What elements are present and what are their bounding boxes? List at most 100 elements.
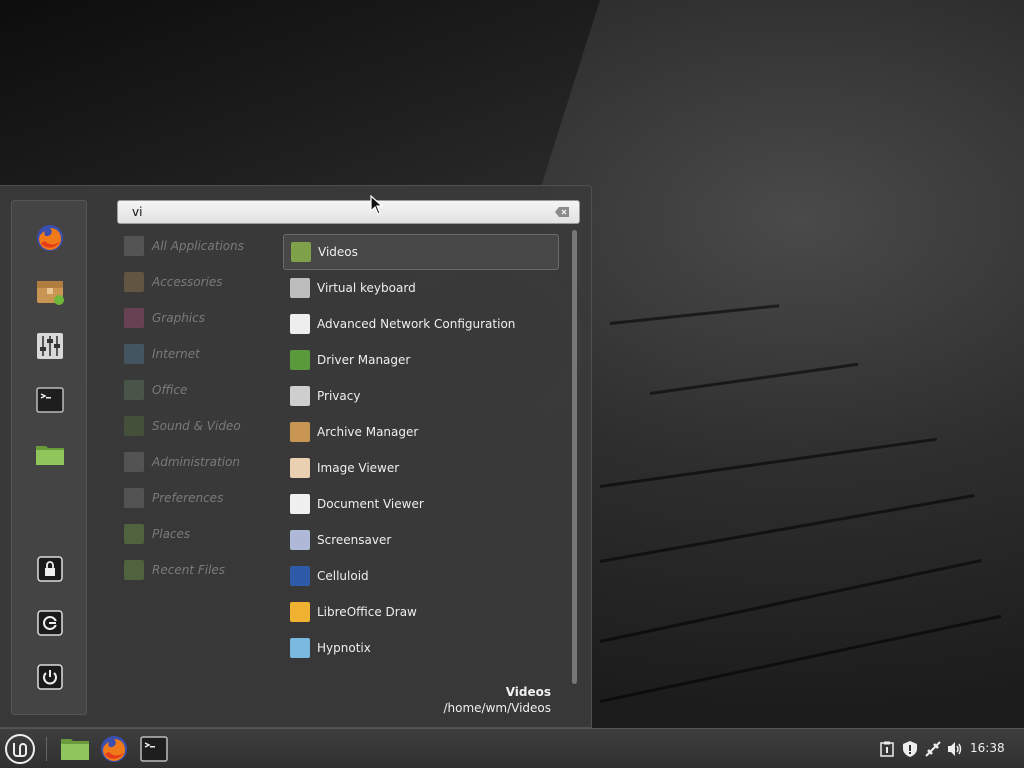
category-label: Graphics: [152, 311, 205, 325]
volume-icon: [948, 742, 962, 756]
shutdown-icon: [37, 664, 63, 690]
category-icon: [124, 488, 144, 508]
tray-volume[interactable]: [946, 740, 964, 758]
category-icon: [124, 416, 144, 436]
category-label: Internet: [152, 347, 200, 361]
category-item[interactable]: Office: [118, 378, 268, 402]
category-item[interactable]: Sound & Video: [118, 414, 268, 438]
taskbar-separator: [46, 737, 47, 761]
category-label: Preferences: [152, 491, 224, 505]
logout-icon: [37, 610, 63, 636]
app-label: Virtual keyboard: [317, 281, 416, 295]
category-icon: [124, 524, 144, 544]
tray-update-manager[interactable]: [901, 740, 919, 758]
search-input[interactable]: [118, 202, 538, 222]
search-box[interactable]: [117, 200, 580, 224]
firefox-icon: [37, 225, 63, 251]
category-label: Recent Files: [152, 563, 226, 577]
favorite-terminal[interactable]: [34, 384, 66, 416]
app-item[interactable]: Screensaver: [283, 522, 559, 558]
favorite-archive-manager[interactable]: [34, 276, 66, 308]
libreoffice-draw-icon: [290, 602, 310, 622]
lock-screen-icon: [37, 556, 63, 582]
celluloid-icon: [290, 566, 310, 586]
app-item[interactable]: Advanced Network Configuration: [283, 306, 559, 342]
videos-icon: [291, 242, 311, 262]
category-item[interactable]: Administration: [118, 450, 268, 474]
favorite-system-settings[interactable]: [34, 330, 66, 362]
app-item[interactable]: Driver Manager: [283, 342, 559, 378]
category-label: Administration: [152, 455, 241, 469]
app-item[interactable]: Document Viewer: [283, 486, 559, 522]
selected-app-title: Videos: [505, 685, 551, 699]
category-icon: [124, 560, 144, 580]
category-icon: [124, 272, 144, 292]
app-item[interactable]: Privacy: [283, 378, 559, 414]
application-menu: All Applications Accessories Graphics Inter…: [0, 185, 592, 728]
clear-search-icon[interactable]: [555, 207, 569, 217]
selected-app-info: Videos /home/wm/Videos: [443, 684, 551, 716]
category-item[interactable]: Accessories: [118, 270, 268, 294]
files-icon: [61, 739, 89, 760]
category-icon: [124, 344, 144, 364]
logout-button[interactable]: [34, 607, 66, 639]
category-item[interactable]: Graphics: [118, 306, 268, 330]
lock-screen-button[interactable]: [34, 553, 66, 585]
app-label: Image Viewer: [317, 461, 400, 475]
keyboard-icon: [290, 278, 310, 298]
favorite-firefox[interactable]: [34, 222, 66, 254]
document-viewer-icon: [290, 494, 310, 514]
category-item[interactable]: Recent Files: [118, 558, 268, 582]
firefox-icon: [101, 736, 127, 762]
category-item[interactable]: Internet: [118, 342, 268, 366]
taskbar-firefox[interactable]: [98, 734, 130, 764]
app-label: Document Viewer: [317, 497, 424, 511]
favorites-sidebar: [11, 200, 87, 715]
scrollbar-thumb[interactable]: [572, 230, 577, 684]
app-list-scrollbar[interactable]: [572, 230, 577, 684]
favorite-files[interactable]: [34, 438, 66, 470]
category-label: Sound & Video: [152, 419, 241, 433]
app-item[interactable]: Hypnotix: [283, 630, 559, 666]
app-item[interactable]: LibreOffice Draw: [283, 594, 559, 630]
clipboard-icon: [880, 741, 894, 757]
app-item[interactable]: Videos: [283, 234, 559, 270]
category-item[interactable]: Places: [118, 522, 268, 546]
category-item[interactable]: All Applications: [118, 234, 268, 258]
app-item[interactable]: Image Viewer: [283, 450, 559, 486]
app-label: Screensaver: [317, 533, 392, 547]
menu-button[interactable]: [3, 734, 37, 764]
network-disconnected-icon: [925, 741, 941, 757]
app-label: Advanced Network Configuration: [317, 317, 516, 331]
selected-app-path: /home/wm/Videos: [443, 701, 551, 715]
screensaver-icon: [290, 530, 310, 550]
taskbar-files[interactable]: [59, 734, 91, 764]
app-label: Privacy: [317, 389, 361, 403]
category-label: Places: [152, 527, 191, 541]
app-label: Videos: [318, 245, 358, 259]
category-label: Accessories: [152, 275, 223, 289]
terminal-icon: [140, 736, 168, 762]
files-icon: [36, 446, 64, 465]
app-item[interactable]: Celluloid: [283, 558, 559, 594]
category-icon: [124, 308, 144, 328]
shutdown-button[interactable]: [34, 661, 66, 693]
wallpaper-fold: [0, 0, 600, 190]
mouse-pointer-icon: [370, 195, 384, 215]
taskbar-clock[interactable]: 16:38: [970, 741, 1005, 755]
tray-notifications[interactable]: [878, 740, 896, 758]
shield-icon: [903, 741, 917, 757]
taskbar: 16:38: [0, 728, 1024, 768]
app-label: Celluloid: [317, 569, 369, 583]
archive-manager-icon: [37, 281, 64, 305]
category-item[interactable]: Preferences: [118, 486, 268, 510]
app-item[interactable]: Virtual keyboard: [283, 270, 559, 306]
app-item[interactable]: Archive Manager: [283, 414, 559, 450]
settings-icon: [37, 333, 63, 359]
terminal-icon: [36, 387, 64, 413]
taskbar-terminal[interactable]: [138, 734, 170, 764]
category-icon: [124, 236, 144, 256]
privacy-icon: [290, 386, 310, 406]
tray-network[interactable]: [924, 740, 942, 758]
category-label: All Applications: [152, 239, 244, 253]
